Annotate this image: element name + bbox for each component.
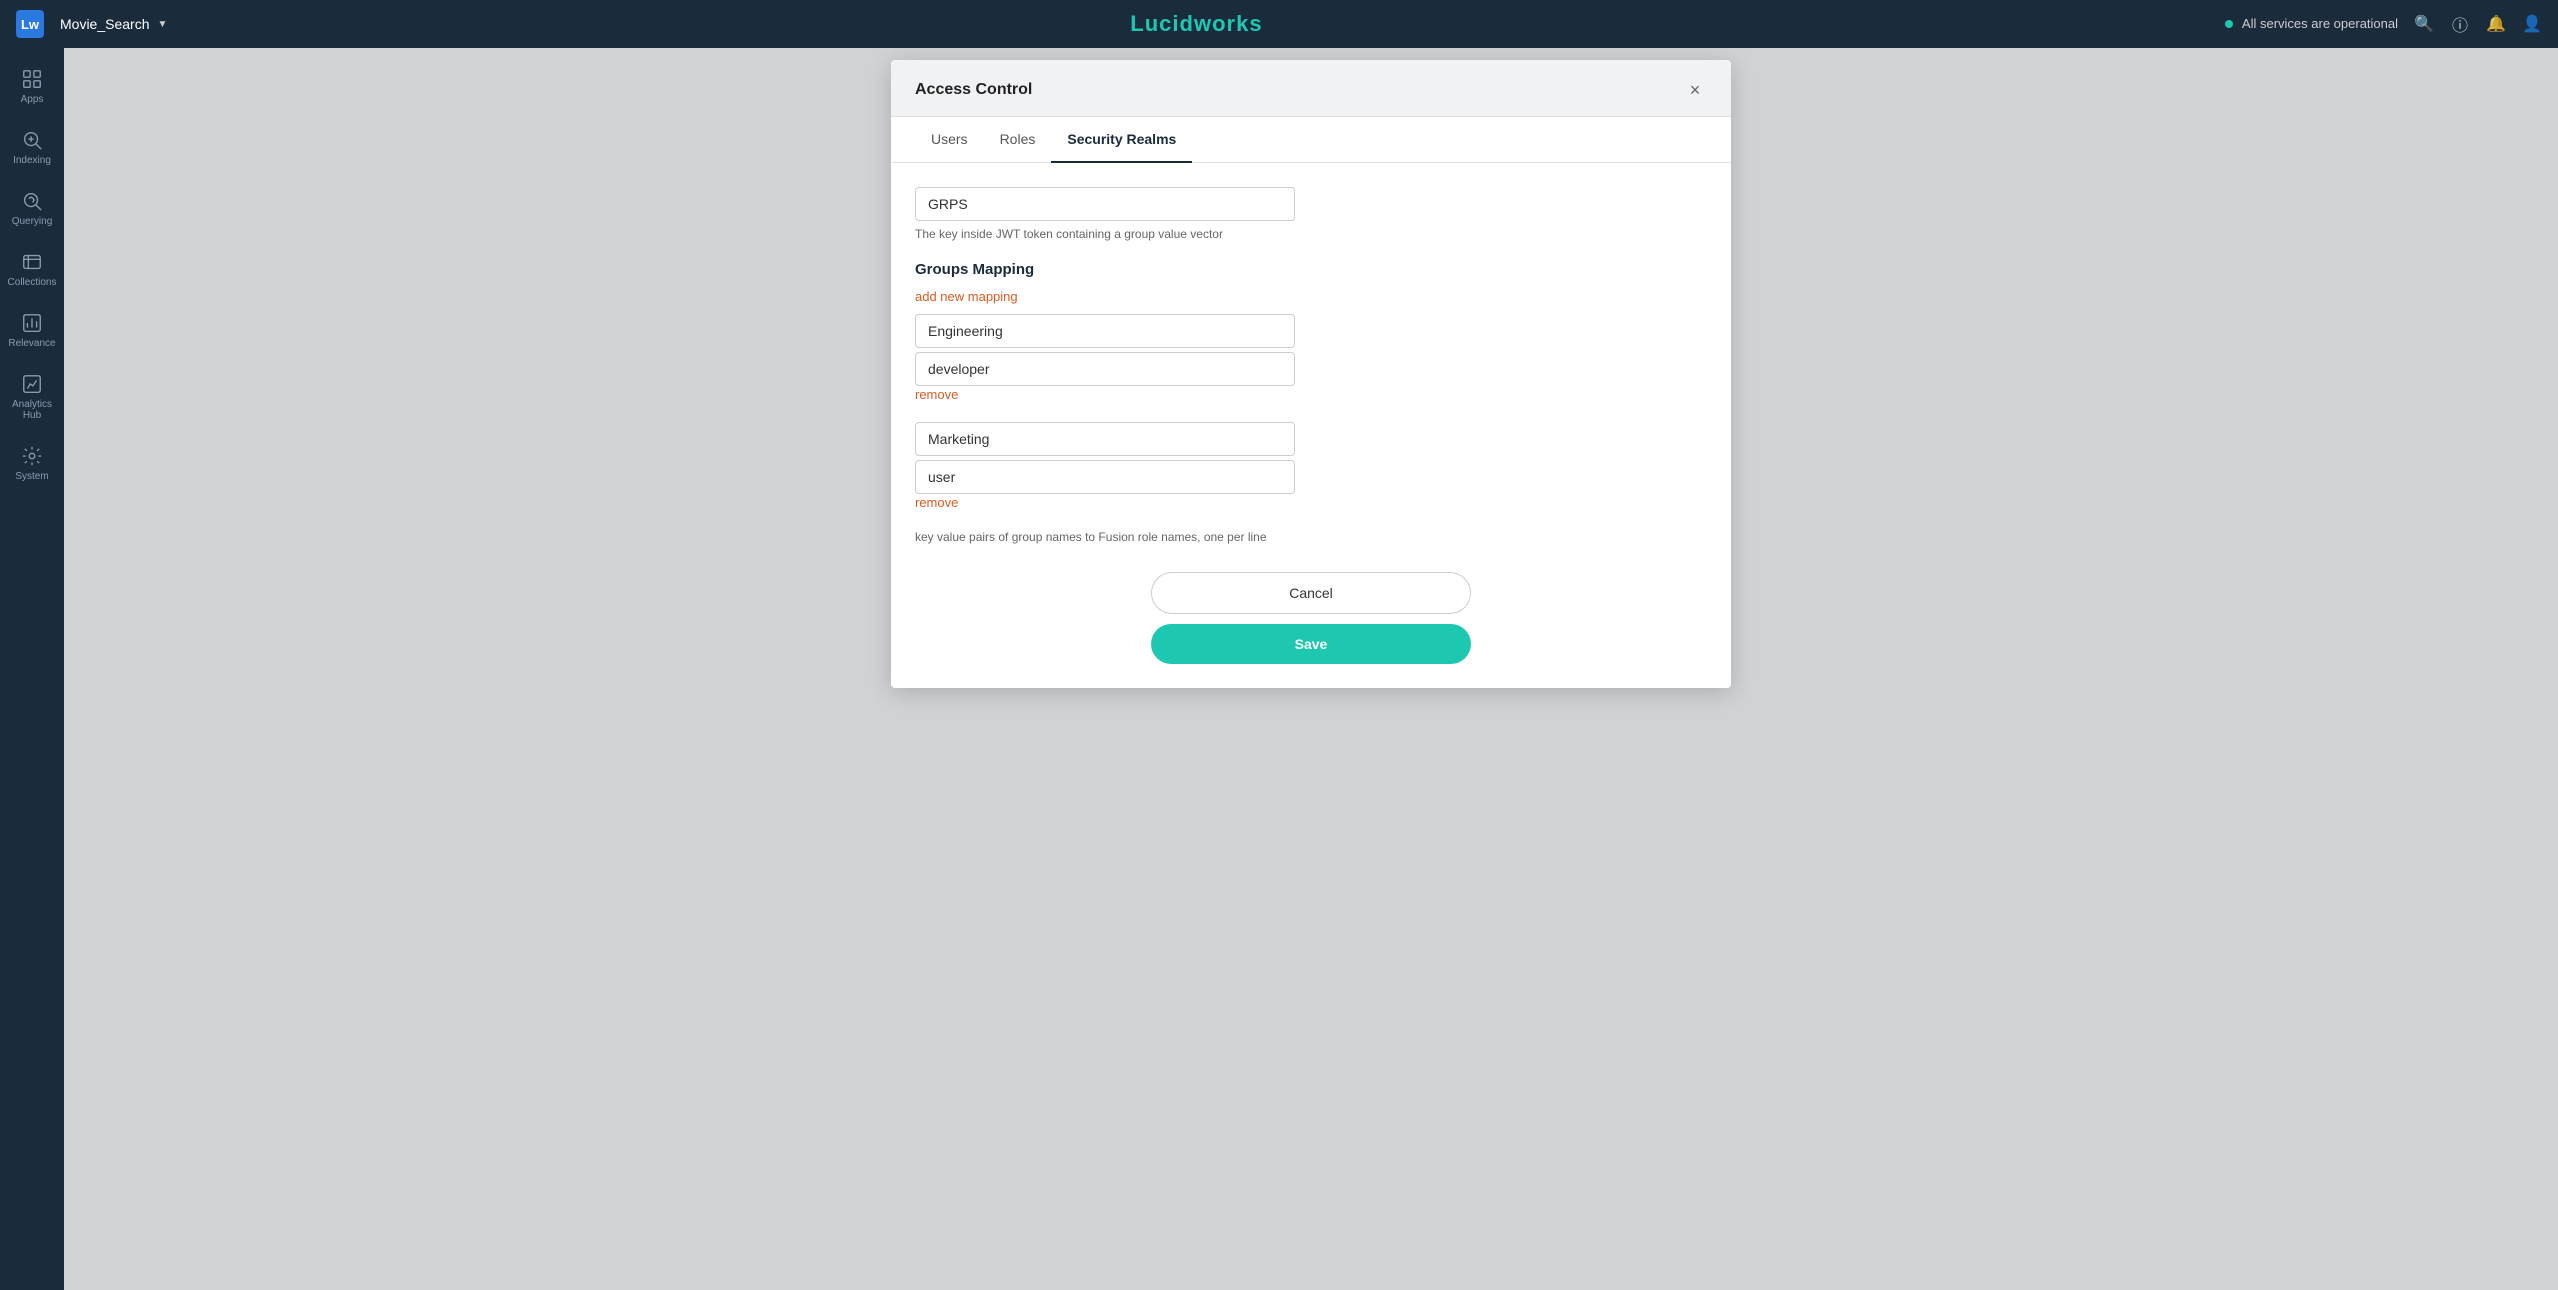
status-dot-icon (2225, 20, 2233, 28)
close-button[interactable]: × (1683, 78, 1707, 102)
sidebar-item-label: System (15, 471, 48, 482)
remove-link-2[interactable]: remove (915, 495, 958, 510)
topnav-right: All services are operational 🔍 ⓘ 🔔 👤 (2225, 14, 2542, 34)
sidebar-item-label: Apps (21, 94, 44, 105)
grps-input[interactable] (915, 187, 1295, 221)
indexing-icon (21, 129, 43, 151)
grps-field-description: The key inside JWT token containing a gr… (915, 227, 1707, 241)
sidebar-item-apps[interactable]: Apps (0, 56, 64, 117)
modal-header: Access Control × (891, 60, 1731, 117)
sidebar-item-relevance[interactable]: Relevance (0, 300, 64, 361)
analytics-icon (21, 373, 43, 395)
brand-logo: Lucidworks (1130, 11, 1262, 37)
system-icon (21, 445, 43, 467)
modal-tabs: Users Roles Security Realms (891, 117, 1731, 163)
groups-mapping-description: key value pairs of group names to Fusion… (915, 530, 1707, 544)
lw-logo[interactable]: Lw (16, 10, 44, 38)
relevance-icon (21, 312, 43, 334)
groups-mapping-section: Groups Mapping add new mapping remove (915, 261, 1707, 544)
mapping-key-2[interactable] (915, 422, 1295, 456)
status-text: All services are operational (2242, 16, 2398, 31)
grid-icon (21, 68, 43, 90)
sidebar: Apps Indexing Querying Collections Relev… (0, 48, 64, 1290)
sidebar-item-label: Querying (12, 216, 53, 227)
main-content: Access Control × Users Roles Security Re… (64, 48, 2558, 1290)
notification-icon[interactable]: 🔔 (2486, 14, 2506, 34)
app-selector[interactable]: Movie_Search ▼ (60, 16, 167, 32)
mapping-value-2[interactable] (915, 460, 1295, 494)
tab-users[interactable]: Users (915, 117, 984, 163)
sidebar-item-label: Relevance (8, 338, 55, 349)
sidebar-item-collections[interactable]: Collections (0, 239, 64, 300)
mapping-key-1[interactable] (915, 314, 1295, 348)
mapping-value-1[interactable] (915, 352, 1295, 386)
help-icon[interactable]: ⓘ (2450, 14, 2470, 34)
cancel-button[interactable]: Cancel (1151, 572, 1471, 614)
grps-field-section: The key inside JWT token containing a gr… (915, 187, 1707, 241)
status-indicator: All services are operational (2225, 15, 2398, 33)
sidebar-item-analytics-hub[interactable]: Analytics Hub (0, 361, 64, 433)
modal-overlay: Access Control × Users Roles Security Re… (64, 48, 2558, 1290)
mapping-inputs-1 (915, 314, 1707, 386)
save-button[interactable]: Save (1151, 624, 1471, 664)
buttons-row: Cancel Save (915, 572, 1707, 664)
topnav-center: Lucidworks (167, 11, 2225, 37)
mapping-pair-1: remove (915, 314, 1707, 412)
groups-mapping-title: Groups Mapping (915, 261, 1707, 278)
sidebar-item-querying[interactable]: Querying (0, 178, 64, 239)
tab-security-realms[interactable]: Security Realms (1051, 117, 1192, 163)
modal-title: Access Control (915, 81, 1032, 99)
app-name: Movie_Search (60, 16, 150, 32)
mapping-inputs-2 (915, 422, 1707, 494)
sidebar-item-label: Collections (8, 277, 57, 288)
remove-link-1[interactable]: remove (915, 387, 958, 402)
modal-body: The key inside JWT token containing a gr… (891, 163, 1731, 688)
mapping-pair-2: remove (915, 422, 1707, 520)
add-new-mapping-link[interactable]: add new mapping (915, 289, 1018, 304)
sidebar-item-label: Indexing (13, 155, 51, 166)
tab-roles[interactable]: Roles (984, 117, 1052, 163)
user-icon[interactable]: 👤 (2522, 14, 2542, 34)
top-navigation: Lw Movie_Search ▼ Lucidworks All service… (0, 0, 2558, 48)
sidebar-item-indexing[interactable]: Indexing (0, 117, 64, 178)
sidebar-item-system[interactable]: System (0, 433, 64, 494)
dropdown-arrow-icon: ▼ (158, 19, 168, 30)
collections-icon (21, 251, 43, 273)
querying-icon (21, 190, 43, 212)
search-icon[interactable]: 🔍 (2414, 14, 2434, 34)
access-control-modal: Access Control × Users Roles Security Re… (891, 60, 1731, 688)
sidebar-item-label: Analytics Hub (4, 399, 60, 421)
